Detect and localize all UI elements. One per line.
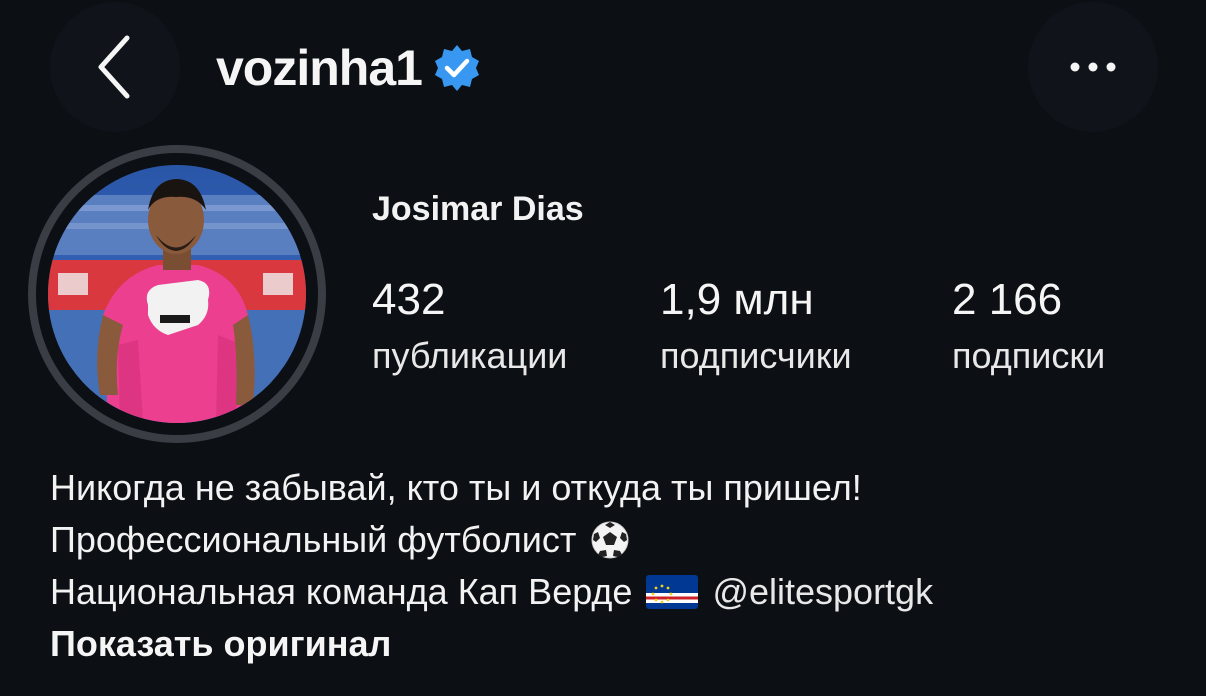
bio-line: Никогда не забывай, кто ты и откуда ты п… — [50, 462, 933, 514]
verified-badge-icon — [434, 45, 479, 91]
soccer-ball-icon — [591, 521, 629, 559]
bio-line: Профессиональный футболист — [50, 514, 933, 566]
stat-posts: 432 публикации — [372, 276, 567, 376]
stat-value: 2 166 — [952, 275, 1063, 324]
profile-bio: Никогда не забывай, кто ты и откуда ты п… — [50, 462, 933, 670]
bio-text: Национальная команда Кап Верде — [50, 571, 633, 612]
more-horizontal-icon — [1070, 62, 1116, 72]
bio-line: Национальная команда Кап Верде @elitespo… — [50, 566, 933, 618]
profile-full-name: Josimar Dias — [372, 190, 584, 228]
stat-value: 432 — [372, 275, 446, 324]
stat-label: публикации — [372, 335, 568, 376]
profile-username-header: vozinha1 — [216, 38, 482, 98]
username: vozinha1 — [216, 40, 423, 96]
stat-label: подписчики — [660, 335, 852, 376]
more-options-button[interactable] — [1028, 2, 1158, 132]
show-original-button[interactable]: Показать оригинал — [50, 618, 391, 670]
bio-mention-link[interactable]: @elitesportgk — [712, 566, 933, 618]
avatar-story-ring[interactable] — [28, 145, 326, 443]
profile-photo — [48, 165, 306, 423]
stat-value: 1,9 млн — [660, 275, 814, 324]
stat-label: подписки — [952, 335, 1106, 376]
stat-following[interactable]: 2 166 подписки — [952, 276, 1105, 376]
bio-text: Профессиональный футболист — [50, 519, 577, 560]
cape-verde-flag-icon — [646, 575, 699, 609]
avatar[interactable] — [48, 165, 306, 423]
bio-text: Никогда не забывай, кто ты и откуда ты п… — [50, 467, 862, 508]
chevron-left-icon — [98, 35, 130, 99]
stat-followers[interactable]: 1,9 млн подписчики — [660, 276, 852, 376]
bio-line: Показать оригинал — [50, 618, 933, 670]
back-button[interactable] — [50, 2, 180, 132]
